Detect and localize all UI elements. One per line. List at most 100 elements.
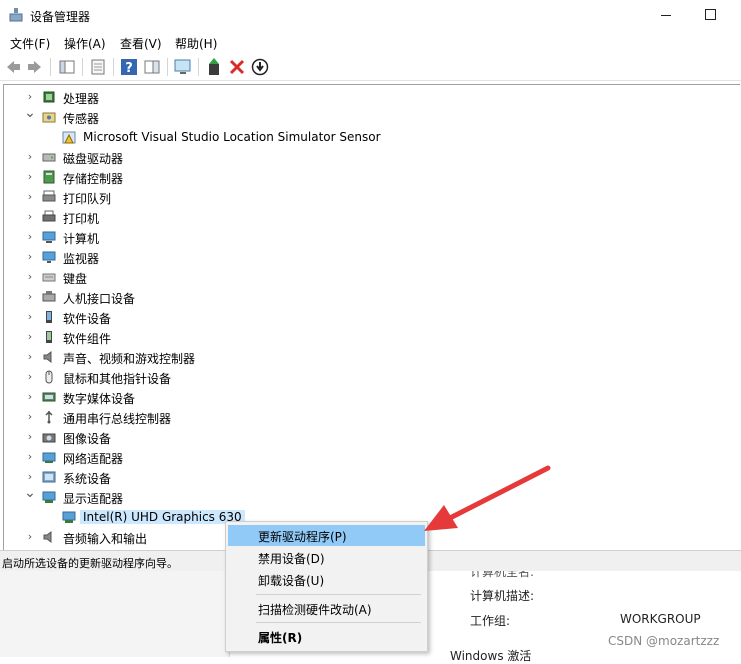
tree-category-row[interactable]: › 监视器 [4,247,724,267]
chevron-right-icon[interactable]: › [24,251,36,263]
tree-category-row[interactable]: › 存储控制器 [4,167,724,187]
tree-category-row[interactable]: › 软件设备 [4,307,724,327]
sensor-icon [42,112,56,123]
menu-disable-device-label: 禁用设备(D) [258,552,325,566]
tree-category-row[interactable]: › 磁盘驱动器 [4,147,724,167]
chevron-right-icon[interactable]: › [24,431,36,443]
properties-sheet-icon[interactable] [89,58,107,76]
audio-io-icon [43,531,52,543]
minimize-button[interactable] [652,4,682,26]
chevron-right-icon[interactable]: › [24,271,36,283]
tree-category-row[interactable]: › 数字媒体设备 [4,387,724,407]
chevron-right-icon[interactable]: › [24,331,36,343]
chevron-right-icon[interactable]: › [24,151,36,163]
category-label: 通用串行总线控制器 [63,412,172,426]
tree-category-row[interactable]: › 系统设备 [4,467,724,487]
chevron-right-icon[interactable]: › [24,291,36,303]
tree-category-row[interactable]: › 声音、视频和游戏控制器 [4,347,724,367]
printer-icon [42,210,56,222]
back-arrow-icon[interactable] [4,58,22,76]
category-label: 键盘 [63,272,88,286]
chevron-right-icon[interactable]: › [24,231,36,243]
toolbar: ? [0,54,741,81]
chevron-down-icon[interactable]: ⌄ [24,106,36,120]
computer-icon [42,231,56,243]
menu-uninstall-device[interactable]: 卸载设备(U) [228,569,425,590]
menu-properties-label: 属性(R) [258,631,303,645]
chevron-right-icon[interactable]: › [24,451,36,463]
chevron-right-icon[interactable]: › [24,311,36,323]
forward-arrow-icon[interactable] [26,58,44,76]
chevron-right-icon[interactable]: › [24,171,36,183]
category-label: 人机接口设备 [63,292,136,306]
disable-device-icon[interactable] [251,58,269,76]
display-adapter-icon [42,491,56,503]
tree-category-row[interactable]: › 软件组件 [4,327,724,347]
chevron-right-icon[interactable]: › [24,531,36,543]
tree-category-row[interactable]: ⌄ 传感器 [4,106,724,127]
gpu-icon [62,511,76,523]
category-label: 系统设备 [63,472,112,486]
uninstall-x-icon[interactable] [228,58,246,76]
menu-view[interactable]: 查看(V) [120,35,162,52]
tree-category-row[interactable]: › 处理器 [4,87,724,107]
maximize-button[interactable] [698,4,728,26]
category-label: 计算机 [63,232,100,246]
tree-category-row[interactable]: › 图像设备 [4,427,724,447]
software-device-icon [46,311,52,323]
chevron-right-icon[interactable]: › [24,91,36,103]
chevron-right-icon[interactable]: › [24,211,36,223]
chevron-right-icon[interactable]: › [24,471,36,483]
usb-icon [45,410,53,424]
chevron-down-icon[interactable]: ⌄ [24,486,36,500]
software-component-icon [46,331,52,343]
category-label: 图像设备 [63,432,112,446]
svg-text:?: ? [125,61,133,76]
chevron-right-icon[interactable]: › [24,391,36,403]
menu-properties[interactable]: 属性(R) [228,626,425,647]
tree-category-row[interactable]: › 鼠标和其他指针设备 [4,367,724,387]
help-icon[interactable]: ? [120,58,138,76]
tree-category-row[interactable]: › 键盘 [4,267,724,287]
action-pane-icon[interactable] [143,58,161,76]
print-queue-icon [42,190,56,202]
category-label: 显示适配器 [63,492,124,506]
tree-category-row[interactable]: › 计算机 [4,227,724,247]
speaker-icon [43,351,52,363]
menu-uninstall-device-label: 卸载设备(U) [258,574,325,588]
device-manager-icon [9,8,23,22]
category-label: 软件设备 [63,312,112,326]
category-label: 打印队列 [63,192,112,206]
device-label: Intel(R) UHD Graphics 630 [80,510,245,524]
show-hide-tree-icon[interactable] [58,58,76,76]
chevron-right-icon[interactable]: › [24,191,36,203]
chevron-right-icon[interactable]: › [24,411,36,423]
menu-separator [256,594,421,595]
red-arrow-annotation [424,465,551,531]
tree-category-row[interactable]: › 打印队列 [4,187,724,207]
camera-icon [42,433,56,443]
title-bar: 设备管理器 [0,0,741,32]
menu-update-driver[interactable]: 更新驱动程序(P) [228,525,425,546]
chevron-right-icon[interactable]: › [24,351,36,363]
device-tree[interactable]: › 处理器 ⌄ 传感器 Microsoft Visual Studio Location… [3,84,740,552]
update-driver-icon[interactable] [205,58,223,76]
tree-device-row[interactable]: Microsoft Visual Studio Location Simulat… [4,127,724,147]
tree-category-row[interactable]: ⌄ 显示适配器 [4,486,724,507]
category-label: 传感器 [63,112,100,126]
scan-hardware-monitor-icon[interactable] [174,58,192,76]
tree-category-row[interactable]: › 人机接口设备 [4,287,724,307]
device-label: Microsoft Visual Studio Location Simulat… [83,130,381,144]
menu-scan-hardware-label: 扫描检测硬件改动(A) [258,603,372,617]
tree-category-row[interactable]: › 网络适配器 [4,447,724,467]
menu-disable-device[interactable]: 禁用设备(D) [228,547,425,568]
menu-file[interactable]: 文件(F) [10,35,50,52]
menu-action[interactable]: 操作(A) [64,35,106,52]
tree-category-row[interactable]: › 打印机 [4,207,724,227]
context-menu: 更新驱动程序(P) 禁用设备(D) 卸载设备(U) 扫描检测硬件改动(A) 属性… [225,521,428,652]
chevron-right-icon[interactable]: › [24,371,36,383]
menu-scan-hardware[interactable]: 扫描检测硬件改动(A) [228,598,425,619]
menu-help[interactable]: 帮助(H) [175,35,217,52]
windows-activation-label: Windows 激活 [450,649,532,663]
tree-category-row[interactable]: › 通用串行总线控制器 [4,407,724,427]
